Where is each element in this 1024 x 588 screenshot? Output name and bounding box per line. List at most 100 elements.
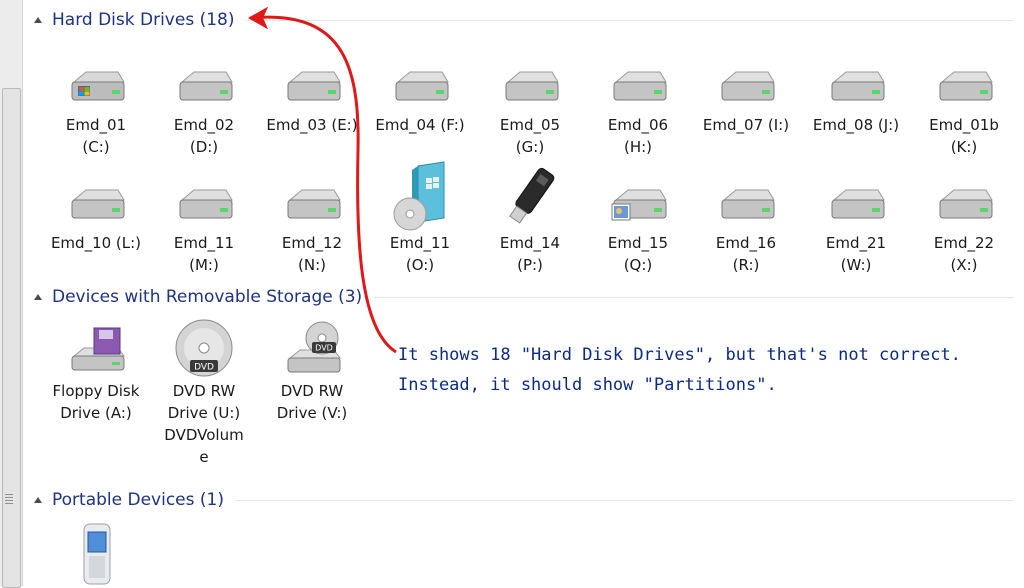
drive-label: Emd_04 (F:)	[375, 116, 465, 134]
group-divider	[374, 296, 1014, 298]
drive-label: Emd_12	[281, 234, 343, 252]
hard-drive-icon	[395, 71, 449, 101]
device-label: DVD RW	[172, 382, 236, 400]
hard-drive-icon	[505, 71, 559, 101]
drive-letter: (N:)	[298, 256, 326, 274]
hard-drive-icon	[939, 71, 993, 101]
drive-item[interactable]: Emd_16 (R:)	[692, 178, 800, 276]
hard-drive-icon	[179, 71, 233, 101]
svg-text:DVD: DVD	[315, 344, 333, 353]
scrollbar-grip-icon	[5, 494, 13, 504]
hard-drive-icon	[287, 189, 341, 219]
vertical-scrollbar[interactable]	[0, 0, 23, 588]
hard-drive-icon	[939, 189, 993, 219]
drive-label: Emd_03 (E:)	[266, 116, 358, 134]
drive-letter: (W:)	[840, 256, 872, 274]
drive-letter: (D:)	[189, 138, 219, 156]
drive-label: Emd_02	[173, 116, 235, 134]
collapse-triangle-icon[interactable]	[34, 17, 42, 23]
device-letter: Drive (A:)	[60, 404, 132, 422]
portable-device-item[interactable]	[42, 520, 150, 586]
dvd-drive-icon: DVD	[287, 321, 341, 373]
drive-label: Emd_11	[389, 234, 451, 252]
hard-drive-icon	[71, 189, 125, 219]
drive-item[interactable]: Emd_01b (K:)	[910, 60, 1018, 158]
drive-label: Emd_15	[607, 234, 669, 252]
drive-item[interactable]: Emd_10 (L:)	[42, 178, 150, 254]
collapse-triangle-icon[interactable]	[34, 497, 42, 503]
drive-label: Emd_08 (J:)	[812, 116, 900, 134]
drive-letter: (R:)	[732, 256, 760, 274]
group-title: Portable Devices (1)	[52, 490, 224, 510]
drive-label: Emd_14	[499, 234, 561, 252]
device-label: DVD RW	[280, 382, 344, 400]
group-title: Hard Disk Drives (18)	[52, 10, 235, 30]
removable-device-item[interactable]: DVD DVD RW Drive (V:)	[258, 316, 366, 424]
usb-stick-icon	[509, 167, 555, 224]
annotation-line: Instead, it should show "Partitions".	[398, 375, 777, 395]
drive-label: Emd_10 (L:)	[50, 234, 142, 252]
drive-letter: (X:)	[950, 256, 978, 274]
scrollbar-thumb[interactable]	[2, 88, 21, 588]
drive-letter: (Q:)	[623, 256, 653, 274]
hard-drive-with-picture-icon	[611, 189, 667, 221]
drive-label: Emd_01b	[929, 116, 999, 134]
windows-install-disc-icon	[393, 161, 445, 231]
dvd-disc-icon: DVD	[175, 319, 233, 377]
hard-drive-icon	[831, 71, 885, 101]
drive-label: Emd_22	[933, 234, 995, 252]
svg-text:DVD: DVD	[194, 363, 214, 373]
removable-device-item[interactable]: DVD DVD RW Drive (U:) DVDVolum e	[150, 316, 258, 468]
drive-letter: (O:)	[405, 256, 435, 274]
hard-drive-icon	[179, 189, 233, 219]
drive-label: Emd_16	[715, 234, 777, 252]
hard-drive-icon	[613, 71, 667, 101]
drive-item[interactable]: Emd_15 (Q:)	[584, 178, 692, 276]
drive-letter: (M:)	[189, 256, 219, 274]
hard-drive-icon	[721, 71, 775, 101]
group-header-portable-devices[interactable]: Portable Devices (1)	[34, 488, 1014, 512]
device-letter: Drive (V:)	[276, 404, 348, 422]
drive-item[interactable]: Emd_12 (N:)	[258, 178, 366, 276]
group-divider	[235, 499, 1014, 501]
drive-label: Emd_21	[825, 234, 887, 252]
drive-item[interactable]: Emd_05 (G:)	[476, 60, 584, 158]
hard-drive-icon	[287, 71, 341, 101]
collapse-triangle-icon[interactable]	[34, 294, 42, 300]
system-drive-icon	[71, 71, 125, 101]
device-label: Floppy Disk	[52, 382, 140, 400]
drive-item[interactable]: Emd_11 (M:)	[150, 178, 258, 276]
removable-device-item[interactable]: Floppy Disk Drive (A:)	[42, 326, 150, 424]
drive-item[interactable]: Emd_06 (H:)	[584, 60, 692, 158]
drive-letter: (K:)	[950, 138, 978, 156]
drive-item[interactable]: Emd_03 (E:)	[258, 60, 366, 136]
drive-letter: (H:)	[623, 138, 653, 156]
drive-letter: (C:)	[82, 138, 110, 156]
drive-label: Emd_05	[499, 116, 561, 134]
drive-label: Emd_06	[607, 116, 669, 134]
group-title: Devices with Removable Storage (3)	[52, 287, 363, 307]
hard-drive-icon	[831, 189, 885, 219]
device-letter: Drive (U:) DVDVolum e	[164, 404, 244, 466]
drive-letter: (G:)	[515, 138, 545, 156]
drive-item[interactable]: Emd_22 (X:)	[910, 178, 1018, 276]
drive-item[interactable]: Emd_01 (C:)	[42, 60, 150, 158]
drive-item[interactable]: Emd_21 (W:)	[802, 178, 910, 276]
drive-label: Emd_01	[65, 116, 127, 134]
group-divider	[246, 19, 1014, 21]
drive-item[interactable]: Emd_02 (D:)	[150, 60, 258, 158]
drive-letter: (P:)	[517, 256, 543, 274]
drive-item[interactable]: Emd_11 (O:)	[366, 160, 474, 276]
annotation-note: It shows 18 "Hard Disk Drives", but that…	[398, 340, 1018, 400]
drive-item[interactable]: Emd_07 (I:)	[692, 60, 800, 136]
annotation-line: It shows 18 "Hard Disk Drives", but that…	[398, 345, 961, 365]
drive-label: Emd_11	[173, 234, 235, 252]
group-header-hard-disk-drives[interactable]: Hard Disk Drives (18)	[34, 8, 1014, 32]
drive-item[interactable]: Emd_08 (J:)	[802, 60, 910, 136]
floppy-drive-icon	[71, 327, 125, 371]
drive-item[interactable]: Emd_14 (P:)	[476, 160, 584, 276]
group-header-removable-storage[interactable]: Devices with Removable Storage (3)	[34, 285, 1014, 309]
hard-drive-icon	[721, 189, 775, 219]
drive-item[interactable]: Emd_04 (F:)	[366, 60, 474, 136]
drive-label: Emd_07 (I:)	[702, 116, 790, 134]
